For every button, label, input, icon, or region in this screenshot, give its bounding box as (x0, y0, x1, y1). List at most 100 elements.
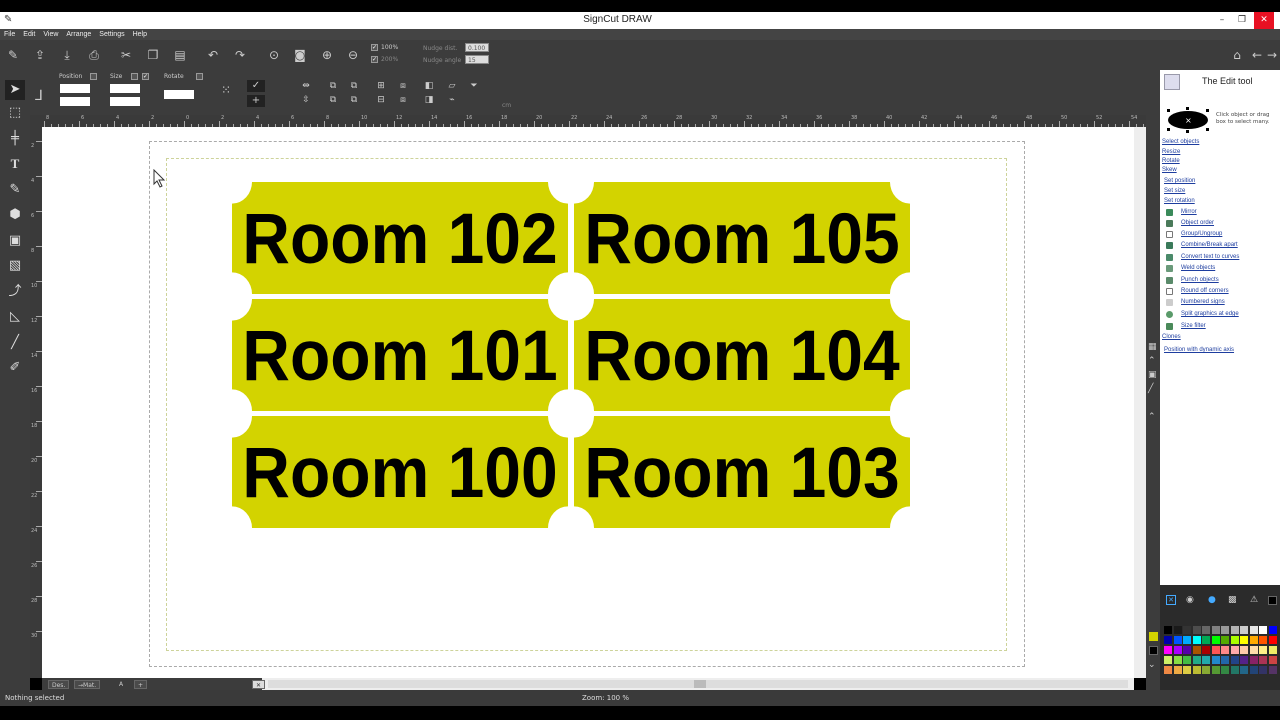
color-swatch[interactable] (1173, 626, 1182, 634)
current-fill-swatch[interactable] (1149, 632, 1158, 641)
color-swatch[interactable] (1192, 666, 1201, 674)
color-swatch[interactable] (1211, 636, 1220, 644)
color-swatch[interactable] (1249, 646, 1258, 654)
measure-tool-icon[interactable]: ╱ (5, 333, 25, 353)
break-apart-icon[interactable]: ⧈ (395, 92, 411, 108)
axis-icon[interactable]: ⅃ (31, 88, 47, 104)
color-swatch[interactable] (1230, 656, 1239, 664)
punch-icon[interactable]: ◨ (421, 92, 437, 108)
pencil-icon[interactable]: ╱ (1148, 384, 1153, 394)
color-swatch[interactable] (1259, 636, 1267, 644)
color-swatch[interactable] (1259, 656, 1267, 664)
link-round-corners[interactable]: Round off corners (1181, 288, 1229, 294)
color-swatch[interactable] (1211, 646, 1220, 654)
nudge-dist-input[interactable]: 0.100 (465, 43, 489, 52)
color-swatch[interactable] (1183, 636, 1191, 644)
pen-tool-icon[interactable]: ✎ (5, 180, 25, 200)
color-swatch[interactable] (1230, 626, 1239, 634)
link-set-rotation[interactable]: Set rotation (1164, 198, 1195, 204)
link-resize[interactable]: Resize (1162, 149, 1180, 155)
print-icon[interactable]: ⎙ (86, 47, 102, 63)
menu-file[interactable]: File (0, 29, 19, 40)
open-icon[interactable]: ⇪ (32, 47, 48, 63)
color-swatch[interactable] (1259, 646, 1267, 654)
color-swatch[interactable] (1202, 666, 1210, 674)
color-swatch[interactable] (1183, 656, 1191, 664)
apply-check-icon[interactable]: ✓ (247, 80, 265, 92)
bezier-tool-icon[interactable]: ⤴ (5, 282, 25, 302)
lock-icon[interactable]: ▣ (1148, 370, 1157, 380)
color-swatch[interactable] (1202, 646, 1210, 654)
color-swatch[interactable] (1230, 636, 1239, 644)
color-swatch[interactable] (1230, 646, 1239, 654)
zoom-fit-icon[interactable]: ⊙ (266, 47, 282, 63)
link-weld[interactable]: Weld objects (1181, 265, 1215, 271)
color-swatch[interactable] (1192, 626, 1201, 634)
node-icon[interactable]: ⌁ (444, 92, 460, 108)
zoom-page-icon[interactable]: ◙ (292, 47, 308, 63)
color-swatch[interactable] (1211, 626, 1220, 634)
color-swatch[interactable] (1211, 656, 1220, 664)
color-swatch[interactable] (1240, 656, 1248, 664)
size-proportional-checkbox[interactable]: ✓ (142, 73, 149, 80)
new-file-icon[interactable]: ✎ (5, 47, 21, 63)
node-edit-tool-icon[interactable]: ⬚ (5, 103, 25, 123)
eye-icon[interactable]: ◉ (1186, 595, 1194, 605)
current-stroke-swatch[interactable] (1149, 646, 1158, 655)
color-swatch[interactable] (1240, 666, 1248, 674)
room-sign[interactable]: Room 102 (232, 182, 568, 294)
restore-button[interactable]: ❐ (1232, 12, 1252, 29)
color-swatch[interactable] (1183, 626, 1191, 634)
drawing-canvas[interactable]: Room 102 Room 105 Room 101 Room 104 Room… (42, 127, 1134, 678)
scroll-up-icon[interactable]: ⌃ (1148, 412, 1156, 422)
menu-settings[interactable]: Settings (95, 29, 128, 40)
link-object-order[interactable]: Object order (1181, 220, 1214, 226)
home-icon[interactable]: ⌂ (1229, 47, 1245, 63)
nudge-angle-input[interactable]: 15 (465, 55, 489, 64)
room-sign[interactable]: Room 101 (232, 299, 568, 411)
gradient-icon[interactable]: ▩ (1228, 595, 1237, 605)
tab-close-icon[interactable]: ✕ (252, 680, 266, 689)
color-swatch[interactable] (1202, 636, 1210, 644)
anchor-grid-icon[interactable]: ⁙ (218, 82, 234, 98)
color-swatch[interactable] (1268, 666, 1277, 674)
color-swatch[interactable] (1221, 656, 1229, 664)
color-swatch[interactable] (1259, 626, 1267, 634)
eyedropper-tool-icon[interactable]: ✐ (5, 358, 25, 378)
select-tool-icon[interactable]: ➤ (5, 80, 25, 100)
position-y-input[interactable] (60, 97, 90, 106)
add-icon[interactable]: + (247, 95, 265, 107)
color-swatch[interactable] (1240, 626, 1248, 634)
vertical-scrollbar[interactable] (1134, 127, 1146, 678)
color-swatch[interactable] (1221, 666, 1229, 674)
redo-icon[interactable]: ↷ (232, 47, 248, 63)
color-swatch[interactable] (1259, 666, 1267, 674)
tab-a[interactable]: A (116, 680, 126, 689)
shape-tool-icon[interactable]: ⬢ (5, 205, 25, 225)
color-swatch[interactable] (1192, 646, 1201, 654)
color-swatch[interactable] (1164, 666, 1172, 674)
zoom-200-checkbox[interactable]: ✓ (371, 56, 378, 63)
color-swatch[interactable] (1164, 626, 1172, 634)
menu-edit[interactable]: Edit (19, 29, 39, 40)
color-swatch[interactable] (1240, 636, 1248, 644)
color-swatch[interactable] (1221, 626, 1229, 634)
menu-arrange[interactable]: Arrange (62, 29, 95, 40)
copy-icon[interactable]: ❐ (145, 47, 161, 63)
menu-view[interactable]: View (39, 29, 62, 40)
color-swatch[interactable] (1164, 646, 1172, 654)
color-swatch[interactable] (1249, 626, 1258, 634)
link-numbered-signs[interactable]: Numbered signs (1181, 299, 1225, 305)
zoom-in-icon[interactable]: ⊕ (319, 47, 335, 63)
size-lock[interactable] (131, 73, 138, 80)
paste-icon[interactable]: ▤ (172, 47, 188, 63)
color-swatch[interactable] (1192, 636, 1201, 644)
color-swatch[interactable] (1183, 666, 1191, 674)
link-group-ungroup[interactable]: Group/Ungroup (1181, 231, 1222, 237)
scroll-down-icon[interactable]: ⌄ (1148, 660, 1156, 670)
link-set-size[interactable]: Set size (1164, 188, 1185, 194)
color-swatch[interactable] (1164, 636, 1172, 644)
order-backward-icon[interactable]: ⧉ (346, 92, 362, 108)
position-lock[interactable] (90, 73, 97, 80)
back-arrow-icon[interactable]: ← (1249, 47, 1265, 63)
